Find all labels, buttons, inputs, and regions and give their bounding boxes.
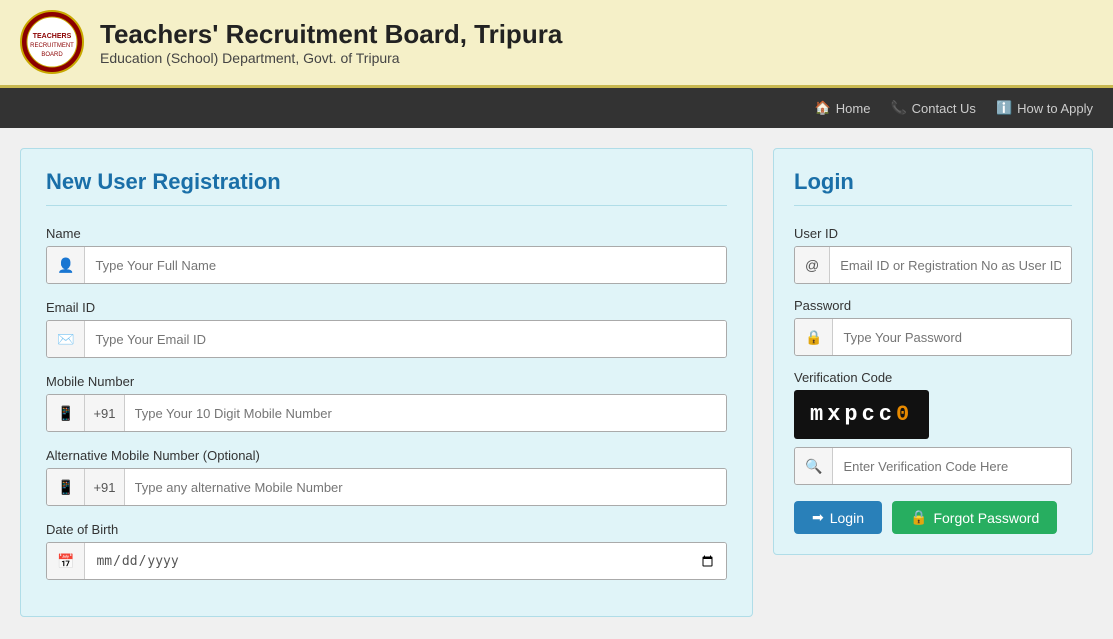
dob-input[interactable] <box>85 543 726 579</box>
email-label: Email ID <box>46 300 727 315</box>
navbar: 🏠 Home 📞 Contact Us ℹ️ How to Apply <box>0 88 1113 128</box>
captcha-input[interactable] <box>833 448 1071 484</box>
mobile-prefix: +91 <box>85 395 124 431</box>
password-label: Password <box>794 298 1072 313</box>
email-input-wrapper: ✉️ <box>46 320 727 358</box>
name-group: Name 👤 <box>46 226 727 284</box>
at-icon: @ <box>795 247 830 283</box>
home-icon: 🏠 <box>815 100 831 116</box>
alt-mobile-label: Alternative Mobile Number (Optional) <box>46 448 727 463</box>
dob-group: Date of Birth 📅 <box>46 522 727 580</box>
site-title: Teachers' Recruitment Board, Tripura <box>100 19 562 50</box>
dob-input-wrapper: 📅 <box>46 542 727 580</box>
mobile-input[interactable] <box>125 395 727 431</box>
verification-label: Verification Code <box>794 370 1072 385</box>
registration-title: New User Registration <box>46 169 727 206</box>
registration-panel: New User Registration Name 👤 Email ID ✉️… <box>20 148 753 617</box>
nav-contact[interactable]: 📞 Contact Us <box>890 100 976 116</box>
captcha-input-wrapper: 🔍 <box>794 447 1072 485</box>
site-logo: TEACHERS RECRUITMENT BOARD <box>20 10 85 75</box>
site-subtitle: Education (School) Department, Govt. of … <box>100 50 562 66</box>
login-panel: Login User ID @ Password 🔒 Verification … <box>773 148 1093 555</box>
alt-mobile-input-wrapper: 📱 +91 <box>46 468 727 506</box>
calendar-icon: 📅 <box>47 543 85 579</box>
login-buttons: ➡ Login 🔒 Forgot Password <box>794 501 1072 534</box>
svg-text:RECRUITMENT: RECRUITMENT <box>30 43 74 49</box>
login-title: Login <box>794 169 1072 206</box>
person-icon: 👤 <box>47 247 85 283</box>
mobile-input-wrapper: 📱 +91 <box>46 394 727 432</box>
email-group: Email ID ✉️ <box>46 300 727 358</box>
captcha-image: mxpcc0 <box>794 390 929 439</box>
password-group: Password 🔒 <box>794 298 1072 356</box>
main-content: New User Registration Name 👤 Email ID ✉️… <box>0 128 1113 637</box>
mobile-label: Mobile Number <box>46 374 727 389</box>
name-input[interactable] <box>85 247 726 283</box>
lock2-icon: 🔒 <box>910 509 927 526</box>
info-icon: ℹ️ <box>996 100 1012 116</box>
email-icon: ✉️ <box>47 321 85 357</box>
userid-input-wrapper: @ <box>794 246 1072 284</box>
name-input-wrapper: 👤 <box>46 246 727 284</box>
password-input-wrapper: 🔒 <box>794 318 1072 356</box>
svg-text:BOARD: BOARD <box>41 52 63 58</box>
password-input[interactable] <box>833 319 1071 355</box>
lock-icon: 🔒 <box>795 319 833 355</box>
mobile-group: Mobile Number 📱 +91 <box>46 374 727 432</box>
svg-text:TEACHERS: TEACHERS <box>33 33 72 40</box>
nav-howto[interactable]: ℹ️ How to Apply <box>996 100 1093 116</box>
email-input[interactable] <box>85 321 726 357</box>
login-button[interactable]: ➡ Login <box>794 501 882 534</box>
alt-mobile-input[interactable] <box>125 469 727 505</box>
userid-input[interactable] <box>830 247 1071 283</box>
site-header: TEACHERS RECRUITMENT BOARD Teachers' Rec… <box>0 0 1113 88</box>
signin-icon: ➡ <box>812 509 824 526</box>
userid-group: User ID @ <box>794 226 1072 284</box>
forgot-password-button[interactable]: 🔒 Forgot Password <box>892 501 1057 534</box>
mobile-icon: 📱 <box>47 395 85 431</box>
userid-label: User ID <box>794 226 1072 241</box>
alt-mobile-prefix: +91 <box>85 469 124 505</box>
alt-mobile-icon: 📱 <box>47 469 85 505</box>
verification-group: Verification Code mxpcc0 🔍 <box>794 370 1072 485</box>
alt-mobile-group: Alternative Mobile Number (Optional) 📱 +… <box>46 448 727 506</box>
phone-icon: 📞 <box>890 100 906 116</box>
dob-label: Date of Birth <box>46 522 727 537</box>
key-icon: 🔍 <box>795 448 833 484</box>
name-label: Name <box>46 226 727 241</box>
site-title-block: Teachers' Recruitment Board, Tripura Edu… <box>100 19 562 66</box>
nav-home[interactable]: 🏠 Home <box>815 100 871 116</box>
